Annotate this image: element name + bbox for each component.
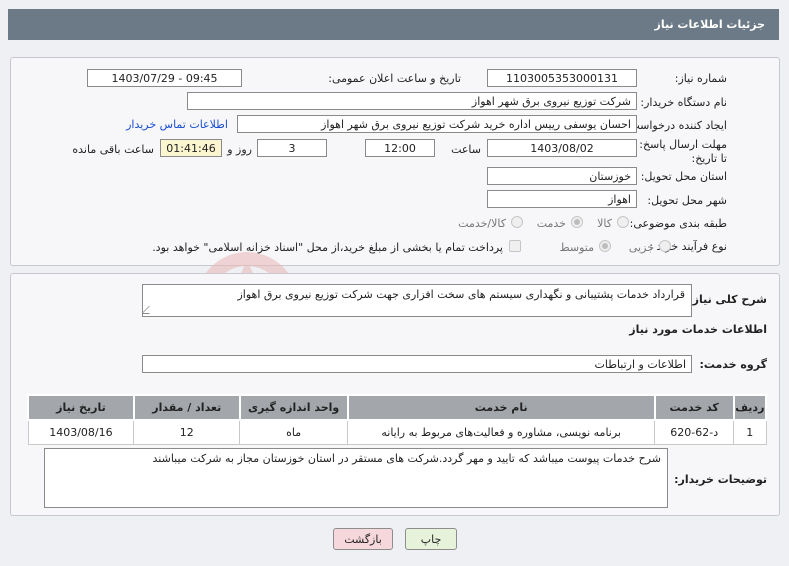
resize-grip-icon [143, 306, 157, 314]
remaining-label: ساعت باقی مانده [72, 143, 154, 156]
cell-service-name: برنامه نویسی، مشاوره و فعالیت‌های مربوط … [347, 419, 656, 445]
remaining-time-field: 01:41:46 [160, 139, 222, 157]
page-title: جزئیات اطلاعات نیاز [654, 18, 766, 31]
treasury-payment-note: پرداخت تمام یا بخشی از مبلغ خرید،از محل … [152, 241, 503, 254]
cell-service-code: د-62-620 [654, 419, 735, 445]
table-header-row: ردیف کد خدمت نام خدمت واحد اندازه گیری ت… [27, 394, 768, 421]
treasury-payment-checkbox[interactable] [509, 240, 521, 252]
purchase-medium-radio[interactable] [599, 240, 611, 252]
province-label: استان محل تحویل: [640, 170, 727, 183]
col-need-date: تاریخ نیاز [27, 394, 135, 421]
purchase-minor-radio[interactable] [659, 240, 671, 252]
service-group-field: اطلاعات و ارتباطات [142, 355, 692, 373]
cell-need-date: 1403/08/16 [27, 419, 135, 445]
services-table: ردیف کد خدمت نام خدمت واحد اندازه گیری ت… [27, 394, 768, 445]
need-number-label: شماره نیاز: [674, 72, 727, 85]
category-service-label: خدمت [536, 217, 566, 230]
buyer-org-field: شرکت توزیع نیروی برق شهر اهواز [187, 92, 637, 110]
category-goods-service-radio[interactable] [511, 216, 523, 228]
cell-unit: ماه [239, 419, 349, 445]
col-service-code: کد خدمت [653, 394, 735, 421]
buyer-notes-text: شرح خدمات پیوست میباشد که تایید و مهر گر… [152, 452, 661, 465]
buyer-notes-label: توضیحات خریدار: [674, 473, 767, 486]
days-label: روز و [227, 143, 252, 156]
cell-quantity: 12 [133, 419, 241, 445]
summary-label: شرح کلی نیاز: [688, 293, 767, 306]
announce-label: تاریخ و ساعت اعلان عمومی: [328, 72, 461, 85]
need-number-field: 1103005353000131 [487, 69, 637, 87]
category-goods-radio[interactable] [617, 216, 629, 228]
city-label: شهر محل تحویل: [647, 194, 727, 207]
buyer-notes-textarea: شرح خدمات پیوست میباشد که تایید و مهر گر… [44, 448, 668, 508]
cell-row-number: 1 [733, 419, 767, 445]
category-goods-label: کالا [597, 217, 612, 230]
province-field: خوزستان [487, 167, 637, 185]
requester-label: ایجاد کننده درخواست: [625, 119, 727, 132]
requester-field: احسان یوسفی رییس اداره خرید شرکت توزیع ن… [237, 115, 637, 133]
details-panel: شرح کلی نیاز: قرارداد خدمات پشتیبانی و ن… [10, 273, 780, 516]
buyer-org-label: نام دستگاه خریدار: [640, 96, 727, 109]
days-field: 3 [257, 139, 327, 157]
city-field: اهواز [487, 190, 637, 208]
need-info-panel: شماره نیاز: 1103005353000131 تاریخ و ساع… [10, 57, 780, 266]
service-group-label: گروه خدمت: [699, 358, 767, 371]
col-unit: واحد اندازه گیری [238, 394, 349, 421]
back-button[interactable]: بازگشت [333, 528, 393, 550]
summary-textarea: قرارداد خدمات پشتیبانی و نگهداری سیستم ه… [142, 284, 692, 317]
category-service-radio[interactable] [571, 216, 583, 228]
table-row: 1 د-62-620 برنامه نویسی، مشاوره و فعالیت… [27, 419, 767, 445]
buyer-contact-link[interactable]: اطلاعات تماس خریدار [126, 118, 228, 131]
announce-datetime-field: 1403/07/29 - 09:45 [87, 69, 242, 87]
deadline-date-field: 1403/08/02 [487, 139, 637, 157]
col-service-name: نام خدمت [346, 394, 656, 421]
col-row-number: ردیف [732, 394, 768, 421]
category-label: طبقه بندی موضوعی: [629, 217, 727, 230]
print-button[interactable]: چاپ [405, 528, 457, 550]
summary-text: قرارداد خدمات پشتیبانی و نگهداری سیستم ه… [237, 288, 685, 301]
deadline-label: مهلت ارسال پاسخ: تا تاریخ: [639, 138, 727, 165]
page-header: جزئیات اطلاعات نیاز [8, 9, 779, 40]
purchase-minor-label: جزیی [628, 241, 654, 254]
category-goods-service-label: کالا/خدمت [458, 217, 506, 230]
purchase-medium-label: متوسط [559, 241, 594, 254]
deadline-time-field: 12:00 [365, 139, 435, 157]
services-title: اطلاعات خدمات مورد نیاز [629, 323, 767, 336]
deadline-time-label: ساعت [451, 143, 481, 156]
col-quantity: تعداد / مقدار [132, 394, 241, 421]
